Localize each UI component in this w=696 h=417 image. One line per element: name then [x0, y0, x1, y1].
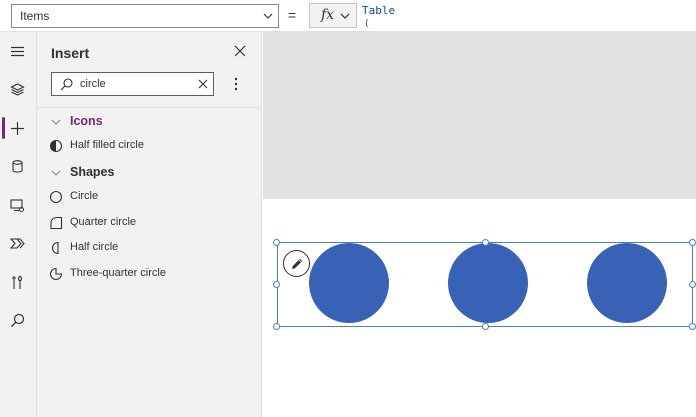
- list-item-half-filled-circle[interactable]: Half filled circle: [37, 135, 261, 157]
- category-label: Shapes: [70, 165, 115, 179]
- power-automate-icon: [10, 238, 25, 249]
- formula-text: Table: [362, 4, 396, 17]
- rail-tree-view-button[interactable]: [0, 72, 36, 106]
- resize-handle-right[interactable]: [689, 281, 696, 288]
- insert-panel: Insert Icons Half filled circle Shapes C…: [37, 32, 262, 417]
- resize-handle-bottom-right[interactable]: [689, 323, 696, 330]
- resize-handle-bottom-left[interactable]: [273, 323, 280, 330]
- rail-data-button[interactable]: [0, 149, 36, 183]
- chevron-down-icon: [340, 13, 350, 19]
- formula-bar: Items = fx Table (: [0, 0, 696, 32]
- tools-icon: [12, 275, 23, 289]
- rail-media-button[interactable]: [0, 188, 36, 222]
- database-icon: [12, 160, 23, 173]
- rail-menu-button[interactable]: [0, 34, 36, 68]
- equals-sign: =: [288, 7, 297, 23]
- category-icons[interactable]: Icons: [37, 112, 261, 132]
- list-item-quarter-circle[interactable]: Quarter circle: [37, 212, 261, 234]
- list-item-label: Circle: [70, 190, 99, 202]
- search-input[interactable]: [80, 75, 190, 93]
- panel-title: Insert: [51, 45, 90, 61]
- search-icon: [11, 313, 25, 327]
- fx-button[interactable]: fx: [309, 3, 357, 28]
- chevron-down-icon: [263, 13, 273, 19]
- media-icon: [10, 199, 24, 212]
- edit-gallery-button[interactable]: [283, 250, 310, 277]
- chevron-down-icon: [51, 119, 61, 125]
- plus-icon: [11, 122, 24, 135]
- fx-icon: fx: [321, 7, 335, 23]
- resize-handle-left[interactable]: [273, 281, 280, 288]
- circle-icon: [49, 190, 63, 204]
- list-item-label: Quarter circle: [70, 216, 137, 228]
- gallery-selection-box[interactable]: [277, 242, 693, 327]
- layers-icon: [10, 83, 25, 96]
- quarter-circle-icon: [50, 216, 63, 230]
- list-item-label: Half filled circle: [70, 139, 144, 151]
- pencil-icon: [292, 258, 303, 269]
- rail-tools-button[interactable]: [0, 265, 36, 299]
- rail-power-automate-button[interactable]: [0, 226, 36, 260]
- formula-continuation: (: [364, 19, 370, 29]
- search-icon: [60, 78, 73, 91]
- property-dropdown[interactable]: Items: [11, 4, 279, 28]
- rail-search-button[interactable]: [0, 303, 36, 337]
- rail-insert-button[interactable]: [0, 111, 36, 145]
- list-item-label: Half circle: [70, 241, 119, 253]
- category-shapes[interactable]: Shapes: [37, 163, 261, 183]
- resize-handle-top-right[interactable]: [689, 239, 696, 246]
- list-item-circle[interactable]: Circle: [37, 186, 261, 208]
- category-label: Icons: [70, 114, 103, 128]
- property-value: Items: [20, 9, 50, 23]
- clear-icon[interactable]: [198, 79, 208, 89]
- list-item-half-circle[interactable]: Half circle: [37, 237, 261, 259]
- half-filled-circle-icon: [49, 139, 63, 153]
- more-options-icon[interactable]: [230, 76, 242, 92]
- three-quarter-circle-icon: [49, 267, 63, 281]
- close-icon[interactable]: [234, 45, 246, 57]
- divider: [37, 107, 261, 108]
- list-item-label: Three-quarter circle: [70, 267, 166, 279]
- left-rail: [0, 32, 37, 417]
- resize-handle-top[interactable]: [482, 239, 489, 246]
- hamburger-icon: [11, 46, 24, 57]
- formula-input[interactable]: Table (: [362, 4, 396, 29]
- chevron-down-icon: [51, 170, 61, 176]
- half-circle-icon: [52, 241, 59, 255]
- resize-handle-bottom[interactable]: [482, 323, 489, 330]
- search-input-box[interactable]: [51, 72, 214, 96]
- resize-handle-top-left[interactable]: [273, 239, 280, 246]
- list-item-three-quarter-circle[interactable]: Three-quarter circle: [37, 263, 261, 285]
